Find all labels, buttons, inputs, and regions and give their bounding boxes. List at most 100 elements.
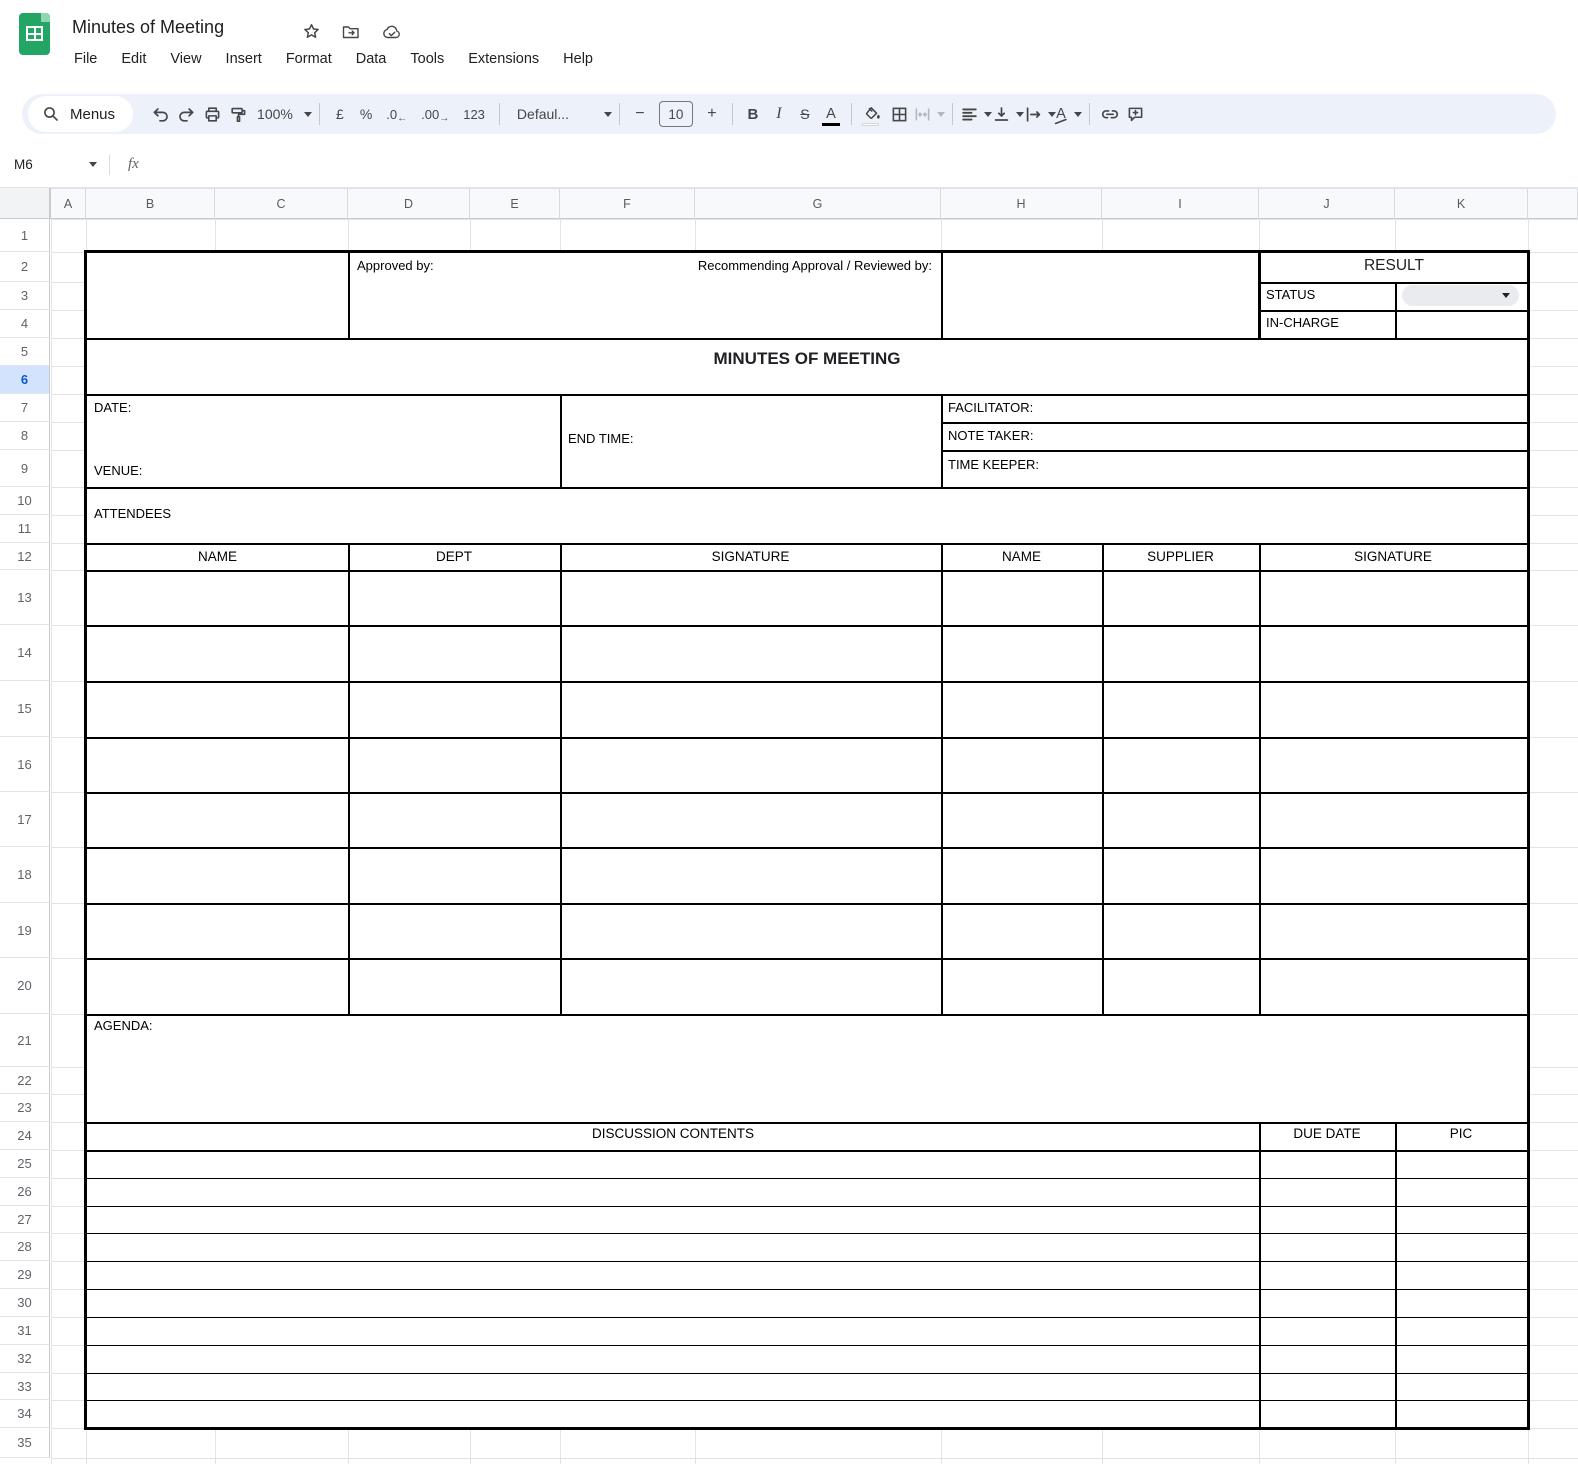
cloud-saved-icon[interactable] [381, 23, 403, 46]
column-header-D[interactable]: D [348, 189, 470, 219]
italic-button[interactable]: I [766, 100, 792, 128]
menu-tools[interactable]: Tools [398, 48, 456, 70]
row-header-28[interactable]: 28 [0, 1233, 50, 1261]
row-header-21[interactable]: 21 [0, 1014, 50, 1067]
row-header-29[interactable]: 29 [0, 1261, 50, 1289]
row-header-30[interactable]: 30 [0, 1289, 50, 1317]
bold-button[interactable]: B [740, 100, 766, 128]
font-size-input[interactable]: 10 [658, 101, 693, 127]
redo-button[interactable] [173, 100, 199, 128]
row-header-7[interactable]: 7 [0, 394, 50, 422]
text-color-button[interactable]: A [818, 100, 844, 128]
font-select[interactable]: Defaul... [507, 100, 612, 128]
row-header-32[interactable]: 32 [0, 1345, 50, 1373]
sheets-logo-icon[interactable] [19, 13, 50, 55]
column-header-G[interactable]: G [695, 189, 941, 219]
strikethrough-button[interactable]: S [792, 100, 818, 128]
column-header-C[interactable]: C [215, 189, 348, 219]
menu-format[interactable]: Format [274, 48, 344, 70]
format-percent-button[interactable]: % [353, 100, 379, 128]
menu-view[interactable]: View [158, 48, 213, 70]
formula-input[interactable] [139, 142, 1578, 187]
row-header-23[interactable]: 23 [0, 1094, 50, 1122]
column-header-A[interactable]: A [51, 189, 86, 219]
row-header-17[interactable]: 17 [0, 792, 50, 847]
menu-insert[interactable]: Insert [214, 48, 274, 70]
zoom-select[interactable]: 100% [251, 100, 312, 128]
move-folder-icon[interactable] [341, 23, 361, 46]
row-header-12[interactable]: 12 [0, 543, 50, 570]
menu-extensions[interactable]: Extensions [456, 48, 551, 70]
fill-color-button[interactable] [859, 100, 887, 128]
row-header-13[interactable]: 13 [0, 570, 50, 625]
row-header-27[interactable]: 27 [0, 1206, 50, 1233]
menus-label: Menus [70, 105, 116, 123]
select-all-corner[interactable] [0, 188, 51, 219]
row-header-9[interactable]: 9 [0, 450, 50, 487]
form-border-line [87, 681, 1527, 683]
print-button[interactable] [199, 100, 225, 128]
row-header-4[interactable]: 4 [0, 310, 50, 338]
column-header-K[interactable]: K [1395, 189, 1528, 219]
menu-data[interactable]: Data [344, 48, 399, 70]
row-header-20[interactable]: 20 [0, 958, 50, 1014]
insert-link-button[interactable] [1097, 100, 1123, 128]
decrease-decimal-button[interactable]: .0 ← [379, 100, 414, 128]
paint-format-button[interactable] [225, 100, 251, 128]
row-header-26[interactable]: 26 [0, 1178, 50, 1206]
increase-decimal-button[interactable]: .00 → [414, 100, 456, 128]
row-header-10[interactable]: 10 [0, 487, 50, 515]
insert-comment-button[interactable] [1123, 100, 1149, 128]
status-dropdown[interactable] [1402, 285, 1519, 306]
row-header-5[interactable]: 5 [0, 338, 50, 366]
row-header-11[interactable]: 11 [0, 515, 50, 543]
column-header-H[interactable]: H [941, 189, 1102, 219]
star-icon[interactable] [302, 22, 321, 46]
row-header-19[interactable]: 19 [0, 903, 50, 958]
column-header-partial[interactable] [1528, 189, 1578, 219]
column-header-J[interactable]: J [1259, 189, 1395, 219]
column-header-E[interactable]: E [470, 189, 560, 219]
undo-button[interactable] [147, 100, 173, 128]
column-header-B[interactable]: B [86, 189, 215, 219]
document-title[interactable]: Minutes of Meeting [72, 17, 224, 38]
menus-search-button[interactable]: Menus [28, 96, 134, 132]
menu-edit[interactable]: Edit [109, 48, 158, 70]
row-header-31[interactable]: 31 [0, 1317, 50, 1345]
menu-help[interactable]: Help [551, 48, 605, 70]
due-date-header: DUE DATE [1293, 1126, 1361, 1141]
row-header-34[interactable]: 34 [0, 1400, 50, 1428]
row-header-1[interactable]: 1 [0, 219, 50, 252]
column-header-F[interactable]: F [560, 189, 695, 219]
row-header-35[interactable]: 35 [0, 1428, 50, 1458]
menu-file[interactable]: File [62, 48, 109, 70]
increase-font-size-button[interactable]: + [699, 100, 725, 128]
column-header-I[interactable]: I [1102, 189, 1259, 219]
format-currency-button[interactable]: £ [327, 100, 353, 128]
row-header-6[interactable]: 6 [0, 366, 50, 394]
row-header-18[interactable]: 18 [0, 847, 50, 903]
row-header-22[interactable]: 22 [0, 1067, 50, 1094]
row-header-8[interactable]: 8 [0, 422, 50, 450]
row-header-25[interactable]: 25 [0, 1150, 50, 1178]
row-header-14[interactable]: 14 [0, 625, 50, 681]
row-header-2[interactable]: 2 [0, 252, 50, 282]
text-rotation-button[interactable]: A [1054, 100, 1082, 128]
borders-button[interactable] [887, 100, 913, 128]
row-header-33[interactable]: 33 [0, 1373, 50, 1400]
divider [318, 103, 320, 125]
chevron-down-icon [1502, 293, 1510, 298]
name-box[interactable]: M6 [0, 157, 105, 172]
row-header-15[interactable]: 15 [0, 681, 50, 737]
merge-cells-button[interactable] [913, 100, 945, 128]
decrease-font-size-button[interactable]: − [627, 100, 653, 128]
row-header-3[interactable]: 3 [0, 282, 50, 310]
more-formats-button[interactable]: 123 [456, 100, 492, 128]
rotation-underline-icon [1054, 118, 1067, 124]
attendee-header-signature: SIGNATURE [711, 549, 790, 564]
horizontal-align-button[interactable] [960, 100, 992, 128]
text-wrap-button[interactable] [1024, 100, 1056, 128]
row-header-24[interactable]: 24 [0, 1122, 50, 1150]
vertical-align-button[interactable] [992, 100, 1024, 128]
row-header-16[interactable]: 16 [0, 737, 50, 792]
